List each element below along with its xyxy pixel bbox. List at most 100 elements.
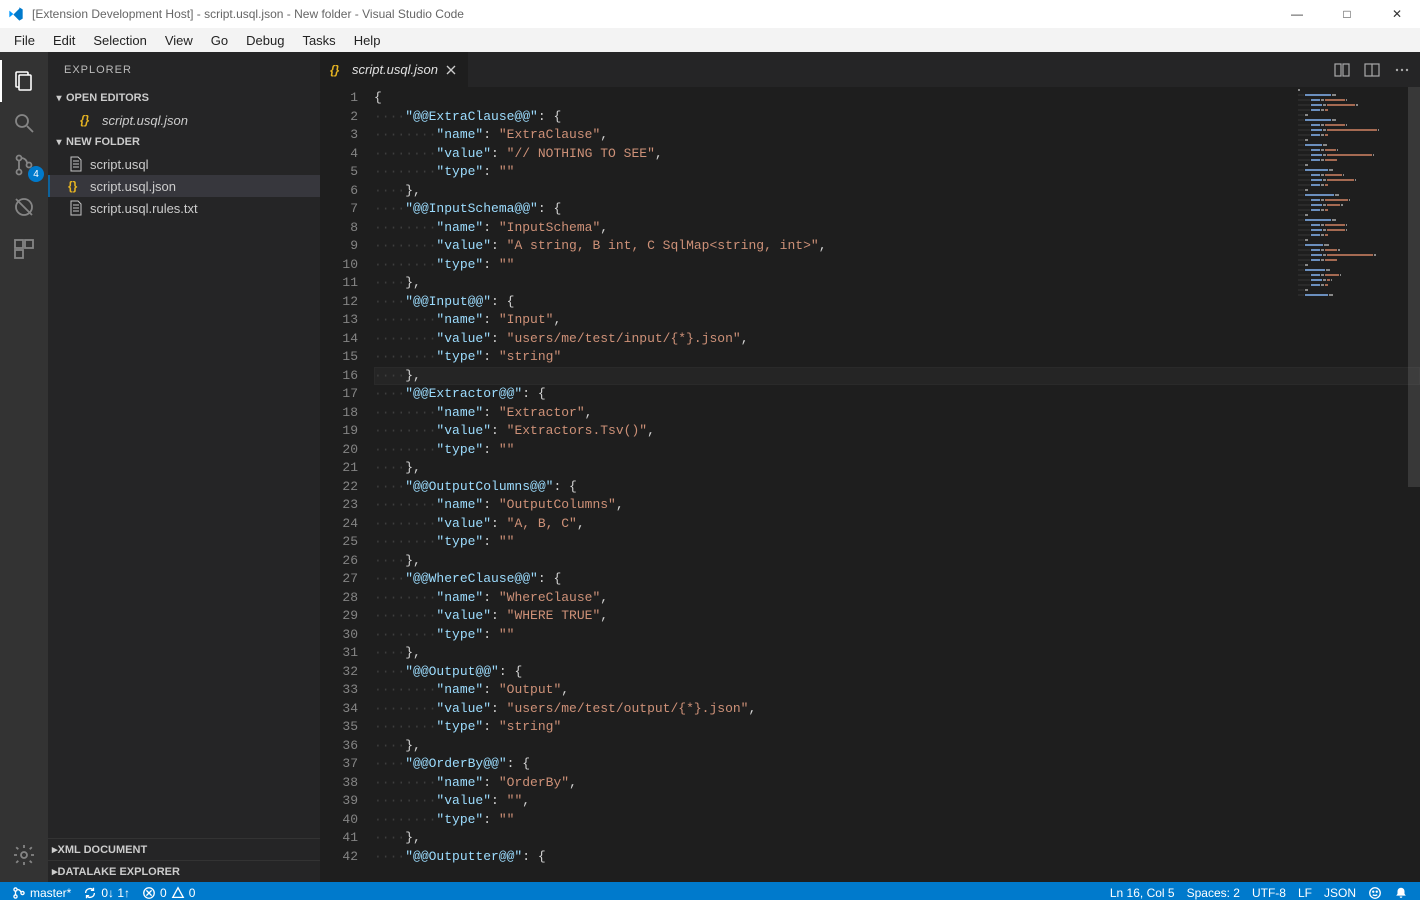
code-line[interactable]: ········"name": "Output", xyxy=(374,681,1420,700)
activity-scm[interactable]: 4 xyxy=(0,144,48,186)
menu-view[interactable]: View xyxy=(156,28,202,52)
code-line[interactable]: ········"type": "" xyxy=(374,256,1420,275)
svg-text:{}: {} xyxy=(330,63,340,77)
status-encoding[interactable]: UTF-8 xyxy=(1246,886,1292,900)
code-line[interactable]: ········"name": "OutputColumns", xyxy=(374,496,1420,515)
activity-search[interactable] xyxy=(0,102,48,144)
status-notifications-icon[interactable] xyxy=(1388,886,1414,900)
menu-edit[interactable]: Edit xyxy=(44,28,84,52)
code-line[interactable]: ····"@@OrderBy@@": { xyxy=(374,755,1420,774)
menu-help[interactable]: Help xyxy=(345,28,390,52)
file-icon xyxy=(68,200,84,216)
code-line[interactable]: ····}, xyxy=(374,552,1420,571)
code-line[interactable]: ····"@@Input@@": { xyxy=(374,293,1420,312)
code-line[interactable]: ········"type": "" xyxy=(374,533,1420,552)
code-line[interactable]: ········"value": "WHERE TRUE", xyxy=(374,607,1420,626)
line-number: 13 xyxy=(320,311,358,330)
file-item[interactable]: script.usql.rules.txt xyxy=(48,197,320,219)
code-line[interactable]: ····"@@WhereClause@@": { xyxy=(374,570,1420,589)
window-title: [Extension Development Host] - script.us… xyxy=(32,7,464,21)
minimize-icon[interactable]: — xyxy=(1282,7,1312,21)
open-editor-item[interactable]: {}script.usql.json xyxy=(48,109,320,131)
code-line[interactable]: ····}, xyxy=(374,644,1420,663)
code-line[interactable]: ········"type": "string" xyxy=(374,718,1420,737)
line-number: 24 xyxy=(320,515,358,534)
code-line[interactable]: ········"name": "ExtraClause", xyxy=(374,126,1420,145)
menu-selection[interactable]: Selection xyxy=(84,28,155,52)
code-line[interactable]: ········"value": "A string, B int, C Sql… xyxy=(374,237,1420,256)
section-open-editors[interactable]: ▾ OPEN EDITORS xyxy=(48,87,320,109)
activity-settings[interactable] xyxy=(0,834,48,876)
status-problems[interactable]: 0 0 xyxy=(136,882,201,900)
scrollbar-thumb[interactable] xyxy=(1408,87,1420,487)
status-spaces[interactable]: Spaces: 2 xyxy=(1181,886,1246,900)
code-line[interactable]: { xyxy=(374,89,1420,108)
close-tab-icon[interactable] xyxy=(444,63,458,77)
compare-icon[interactable] xyxy=(1334,62,1350,78)
status-language[interactable]: JSON xyxy=(1318,886,1362,900)
status-branch[interactable]: master* xyxy=(6,882,77,900)
split-editor-icon[interactable] xyxy=(1364,62,1380,78)
code-line[interactable]: ····}, xyxy=(374,182,1420,201)
line-number: 23 xyxy=(320,496,358,515)
code-line[interactable]: ········"name": "WhereClause", xyxy=(374,589,1420,608)
menu-go[interactable]: Go xyxy=(202,28,237,52)
section-datalake-explorer[interactable]: ▸DATALAKE EXPLORER xyxy=(48,860,320,882)
code-line[interactable]: ····"@@OutputColumns@@": { xyxy=(374,478,1420,497)
code-line[interactable]: ········"name": "InputSchema", xyxy=(374,219,1420,238)
code-line[interactable]: ········"value": "Extractors.Tsv()", xyxy=(374,422,1420,441)
code-line[interactable]: ····}, xyxy=(374,367,1420,386)
code-line[interactable]: ····"@@ExtraClause@@": { xyxy=(374,108,1420,127)
activity-explorer[interactable] xyxy=(0,60,48,102)
sidebar: EXPLORER ▾ OPEN EDITORS {}script.usql.js… xyxy=(48,52,320,882)
status-feedback-icon[interactable] xyxy=(1362,886,1388,900)
code-line[interactable]: ········"value": "users/me/test/output/{… xyxy=(374,700,1420,719)
code-line[interactable]: ····}, xyxy=(374,829,1420,848)
code-line[interactable]: ····}, xyxy=(374,274,1420,293)
code-line[interactable]: ········"value": "// NOTHING TO SEE", xyxy=(374,145,1420,164)
code-line[interactable]: ········"type": "" xyxy=(374,626,1420,645)
status-eol[interactable]: LF xyxy=(1292,886,1318,900)
vertical-scrollbar[interactable] xyxy=(1408,87,1420,882)
activity-extensions[interactable] xyxy=(0,228,48,270)
code-line[interactable]: ····}, xyxy=(374,459,1420,478)
activity-debug[interactable] xyxy=(0,186,48,228)
status-ln-col[interactable]: Ln 16, Col 5 xyxy=(1104,886,1181,900)
code-line[interactable]: ········"type": "" xyxy=(374,163,1420,182)
code-line[interactable]: ········"type": "string" xyxy=(374,348,1420,367)
code-line[interactable]: ········"name": "OrderBy", xyxy=(374,774,1420,793)
section-folder[interactable]: ▾ NEW FOLDER xyxy=(48,131,320,153)
code-line[interactable]: ········"value": "", xyxy=(374,792,1420,811)
main-area: 4 EXPLORER ▾ OPEN EDITORS {}script.usql.… xyxy=(0,52,1420,882)
code-line[interactable]: ····"@@InputSchema@@": { xyxy=(374,200,1420,219)
maximize-icon[interactable]: □ xyxy=(1332,7,1362,21)
line-number: 20 xyxy=(320,441,358,460)
code-line[interactable]: ········"value": "A, B, C", xyxy=(374,515,1420,534)
code-line[interactable]: ········"value": "users/me/test/input/{*… xyxy=(374,330,1420,349)
close-icon[interactable]: ✕ xyxy=(1382,7,1412,21)
menu-tasks[interactable]: Tasks xyxy=(293,28,344,52)
menu-debug[interactable]: Debug xyxy=(237,28,293,52)
code-line[interactable]: ········"type": "" xyxy=(374,811,1420,830)
line-number: 22 xyxy=(320,478,358,497)
status-sync[interactable]: 0↓ 1↑ xyxy=(77,882,136,900)
code-content[interactable]: {····"@@ExtraClause@@": {········"name":… xyxy=(374,87,1420,882)
code-editor[interactable]: 1234567891011121314151617181920212223242… xyxy=(320,87,1420,882)
line-number: 37 xyxy=(320,755,358,774)
code-line[interactable]: ····"@@Extractor@@": { xyxy=(374,385,1420,404)
tab-script-usql-json[interactable]: {} script.usql.json xyxy=(320,52,468,87)
code-line[interactable]: ········"name": "Extractor", xyxy=(374,404,1420,423)
code-line[interactable]: ····"@@Outputter@@": { xyxy=(374,848,1420,867)
file-label: script.usql xyxy=(90,157,149,172)
code-line[interactable]: ····}, xyxy=(374,737,1420,756)
tabs: {} script.usql.json xyxy=(320,52,1420,87)
line-number: 33 xyxy=(320,681,358,700)
code-line[interactable]: ········"type": "" xyxy=(374,441,1420,460)
file-item[interactable]: script.usql xyxy=(48,153,320,175)
menu-file[interactable]: File xyxy=(5,28,44,52)
section-xml-document[interactable]: ▸XML DOCUMENT xyxy=(48,838,320,860)
code-line[interactable]: ····"@@Output@@": { xyxy=(374,663,1420,682)
more-actions-icon[interactable] xyxy=(1394,62,1410,78)
file-item[interactable]: {}script.usql.json xyxy=(48,175,320,197)
code-line[interactable]: ········"name": "Input", xyxy=(374,311,1420,330)
